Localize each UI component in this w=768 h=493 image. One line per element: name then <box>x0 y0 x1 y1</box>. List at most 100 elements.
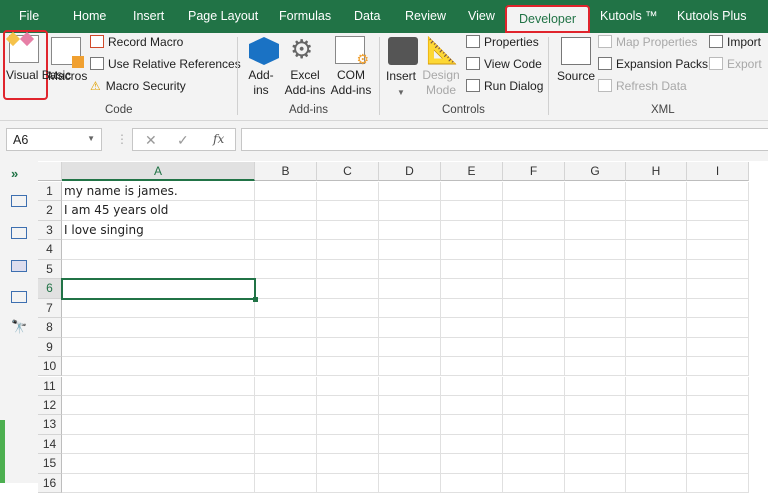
cell-E6[interactable] <box>441 279 503 299</box>
cell-I4[interactable] <box>687 240 749 260</box>
row-header[interactable]: 7 <box>38 298 62 319</box>
cell-C15[interactable] <box>317 454 379 474</box>
cell-F14[interactable] <box>503 434 565 455</box>
row-header[interactable]: 10 <box>38 357 62 377</box>
cell-C16[interactable] <box>317 473 379 493</box>
tab-developer[interactable]: Developer <box>505 5 590 33</box>
cell-H2[interactable] <box>626 201 687 221</box>
run-dialog-button[interactable]: Run Dialog <box>466 79 543 93</box>
cell-F13[interactable] <box>503 415 565 435</box>
cell-C11[interactable] <box>317 376 379 396</box>
cell-E5[interactable] <box>441 259 503 280</box>
chevron-down-icon[interactable]: ▼ <box>87 134 95 143</box>
cell-B16[interactable] <box>255 473 317 493</box>
insert-control-button[interactable]: Insert ▼ <box>385 69 417 100</box>
cell-E11[interactable] <box>441 376 503 396</box>
cell-C3[interactable] <box>317 220 379 241</box>
cell-E4[interactable] <box>441 240 503 260</box>
cell-H3[interactable] <box>626 220 687 241</box>
column-header-H[interactable]: H <box>626 162 687 181</box>
row-header[interactable]: 15 <box>38 454 62 474</box>
cell-E14[interactable] <box>441 434 503 455</box>
cell-B6[interactable] <box>255 279 317 299</box>
cell-G1[interactable] <box>565 182 626 202</box>
row-header[interactable]: 9 <box>38 337 62 358</box>
cell-H14[interactable] <box>626 434 687 455</box>
cell-E7[interactable] <box>441 298 503 319</box>
expand-icon[interactable]: » <box>11 166 27 181</box>
cell-E12[interactable] <box>441 395 503 416</box>
cell-F6[interactable] <box>503 279 565 299</box>
cell-B10[interactable] <box>255 357 317 377</box>
formula-input[interactable] <box>241 128 768 151</box>
cell-C14[interactable] <box>317 434 379 455</box>
cell-I8[interactable] <box>687 318 749 338</box>
column-header-B[interactable]: B <box>255 162 317 181</box>
import-button[interactable]: Import <box>709 35 761 49</box>
tab-page-layout[interactable]: Page Layout <box>188 9 258 23</box>
cell-A2[interactable]: I am 45 years old <box>62 201 255 221</box>
tab-formulas[interactable]: Formulas <box>279 9 331 23</box>
cell-F7[interactable] <box>503 298 565 319</box>
cell-F12[interactable] <box>503 395 565 416</box>
cell-E13[interactable] <box>441 415 503 435</box>
cell-A14[interactable] <box>62 434 255 455</box>
cell-A3[interactable]: I love singing <box>62 220 255 241</box>
cell-G4[interactable] <box>565 240 626 260</box>
cell-I15[interactable] <box>687 454 749 474</box>
cell-H9[interactable] <box>626 337 687 358</box>
macros-button[interactable]: Macros <box>48 69 87 83</box>
cell-A12[interactable] <box>62 395 255 416</box>
tab-review[interactable]: Review <box>405 9 446 23</box>
row-header[interactable]: 5 <box>38 259 62 280</box>
cell-D3[interactable] <box>379 220 441 241</box>
cell-C2[interactable] <box>317 201 379 221</box>
cell-B12[interactable] <box>255 395 317 416</box>
cell-H1[interactable] <box>626 182 687 202</box>
tab-file[interactable]: File <box>19 9 39 23</box>
cell-I2[interactable] <box>687 201 749 221</box>
cell-C6[interactable] <box>317 279 379 299</box>
cell-H11[interactable] <box>626 376 687 396</box>
cell-D8[interactable] <box>379 318 441 338</box>
cell-C4[interactable] <box>317 240 379 260</box>
column-header-F[interactable]: F <box>503 162 565 181</box>
tab-data[interactable]: Data <box>354 9 380 23</box>
macro-security-button[interactable]: ⚠ Macro Security <box>90 79 186 93</box>
cell-E16[interactable] <box>441 473 503 493</box>
cell-D4[interactable] <box>379 240 441 260</box>
record-macro-button[interactable]: Record Macro <box>90 35 183 49</box>
cell-G15[interactable] <box>565 454 626 474</box>
tab-kutools-plus[interactable]: Kutools Plus <box>677 9 746 23</box>
cell-I9[interactable] <box>687 337 749 358</box>
cell-G9[interactable] <box>565 337 626 358</box>
cell-G6[interactable] <box>565 279 626 299</box>
workbook-icon[interactable] <box>11 195 27 207</box>
cell-B11[interactable] <box>255 376 317 396</box>
cell-I3[interactable] <box>687 220 749 241</box>
cell-A8[interactable] <box>62 318 255 338</box>
tab-insert[interactable]: Insert <box>133 9 164 23</box>
cell-F3[interactable] <box>503 220 565 241</box>
cell-B9[interactable] <box>255 337 317 358</box>
column-header-C[interactable]: C <box>317 162 379 181</box>
cell-F9[interactable] <box>503 337 565 358</box>
cell-G5[interactable] <box>565 259 626 280</box>
cell-I12[interactable] <box>687 395 749 416</box>
cell-I16[interactable] <box>687 473 749 493</box>
cell-H15[interactable] <box>626 454 687 474</box>
drag-handle-icon[interactable]: ⋮ <box>116 132 128 146</box>
cell-A16[interactable] <box>62 473 255 493</box>
cell-C12[interactable] <box>317 395 379 416</box>
cell-I7[interactable] <box>687 298 749 319</box>
cell-C10[interactable] <box>317 357 379 377</box>
column-header-E[interactable]: E <box>441 162 503 181</box>
cell-E15[interactable] <box>441 454 503 474</box>
cell-F5[interactable] <box>503 259 565 280</box>
cell-F8[interactable] <box>503 318 565 338</box>
row-header[interactable]: 1 <box>38 182 62 202</box>
row-header[interactable]: 16 <box>38 473 62 493</box>
cell-E1[interactable] <box>441 182 503 202</box>
cell-D6[interactable] <box>379 279 441 299</box>
export-button[interactable]: Export <box>709 57 762 71</box>
